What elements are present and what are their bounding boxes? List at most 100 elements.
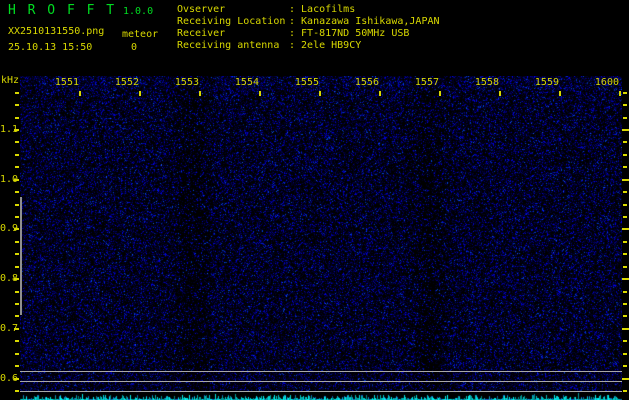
y-minor-tick [15,303,19,305]
info-separator: : [289,16,296,27]
y-minor-tick [15,204,19,206]
y-right-minor-tick [623,191,627,193]
info-row-location: Receiving Location: Kanazawa Ishikawa,JAP… [177,16,440,28]
y-axis-unit-label: kHz [1,75,20,86]
y-right-minor-tick [623,390,627,392]
y-right-minor-tick [623,253,627,255]
x-tick-label: 1558 [474,77,499,88]
y-right-minor-tick [623,340,627,342]
y-right-minor-tick [623,365,627,367]
y-tick-label: 1.1 [0,124,19,135]
info-value: Kanazawa Ishikawa,JAPAN [301,16,440,27]
y-major-tick [14,327,19,330]
hrofft-output: H R O F F T 1.0.0 XX2510131550.png meteo… [0,0,629,400]
x-tick-label: 1555 [294,77,319,88]
y-right-major-tick [622,178,629,181]
y-right-major-tick [622,129,629,131]
app-title: H R O F F T [8,3,117,18]
y-minor-tick [15,92,19,94]
y-minor-tick [15,166,19,168]
y-right-minor-tick [623,303,627,305]
y-minor-tick [15,253,19,255]
info-separator: : [289,28,296,39]
y-tick-label: 1.0 [0,173,19,185]
y-right-major-tick [622,377,629,380]
y-right-minor-tick [623,141,627,143]
info-row-antenna: Receiving antenna:2ele HB9CY [177,40,440,52]
x-tick [139,91,141,96]
y-right-minor-tick [623,154,627,156]
x-tick [199,91,201,96]
x-tick-label: 1553 [174,77,199,88]
info-label: Receiving antenna [177,40,280,51]
x-tick [619,91,621,96]
x-tick [319,91,321,96]
info-label: Receiving Location [177,16,286,27]
y-minor-tick [15,353,19,355]
spectrogram-canvas [20,76,622,400]
y-major-tick [14,129,19,131]
info-separator: : [289,40,296,51]
y-minor-tick [15,291,19,293]
y-minor-tick [15,365,19,367]
x-tick [379,91,381,96]
y-minor-tick [15,154,19,156]
x-tick-label: 1552 [114,77,139,88]
meteor-counter-label: meteor [122,29,159,40]
y-right-major-tick [622,228,629,231]
y-right-minor-tick [623,104,627,106]
info-value: Lacofilms [301,4,356,15]
info-row-observer: Ovserver: Lacofilms [177,4,440,16]
output-file-name: XX2510131550.png [8,26,105,37]
info-label: Ovserver [177,4,226,15]
app-version: 1.0.0 [123,6,154,17]
x-tick [79,91,81,96]
y-right-major-tick [622,327,629,330]
x-tick-label: 1554 [234,77,259,88]
meteor-counter-value: 0 [130,42,138,53]
y-minor-tick [15,266,19,268]
y-right-minor-tick [623,166,627,168]
reference-line [20,381,622,382]
x-tick-label: 1551 [54,77,79,88]
y-tick-label: 0.8 [0,273,19,285]
info-label: Receiver [177,28,226,39]
y-major-tick [14,178,19,181]
y-right-minor-tick [623,92,627,94]
x-tick-label: 1557 [414,77,439,88]
y-minor-tick [15,241,19,243]
info-value: 2ele HB9CY [301,40,362,51]
y-tick-label: 0.6 [0,372,19,384]
y-minor-tick [15,117,19,119]
x-tick [439,91,441,96]
y-right-minor-tick [623,353,627,355]
y-right-minor-tick [623,204,627,206]
x-tick-label: 1559 [534,77,559,88]
y-minor-tick [15,390,19,392]
observation-datetime: 25.10.13 15:50 [8,42,93,53]
station-info-block: Ovserver: Lacofilms Receiving Location: Ka… [177,4,440,52]
y-right-minor-tick [623,266,627,268]
y-minor-tick [15,191,19,193]
y-minor-tick [15,315,19,317]
y-tick-label: 0.9 [0,223,19,235]
info-row-receiver: Receiver: FT-817ND 50MHz USB [177,28,440,40]
reference-line [20,391,622,392]
y-major-tick [14,278,19,281]
x-tick [259,91,261,96]
y-major-tick [14,377,19,380]
y-minor-tick [15,104,19,106]
y-minor-tick [15,141,19,143]
y-minor-tick [15,340,19,342]
x-tick [559,91,561,96]
calibration-vertical-line [20,197,22,315]
info-value: FT-817ND 50MHz USB [301,28,410,39]
y-right-minor-tick [623,241,627,243]
y-right-minor-tick [623,315,627,317]
y-major-tick [14,228,19,231]
y-minor-tick [15,216,19,218]
x-tick-label: 1556 [354,77,379,88]
y-right-minor-tick [623,117,627,119]
y-right-major-tick [622,278,629,281]
x-tick [499,91,501,96]
